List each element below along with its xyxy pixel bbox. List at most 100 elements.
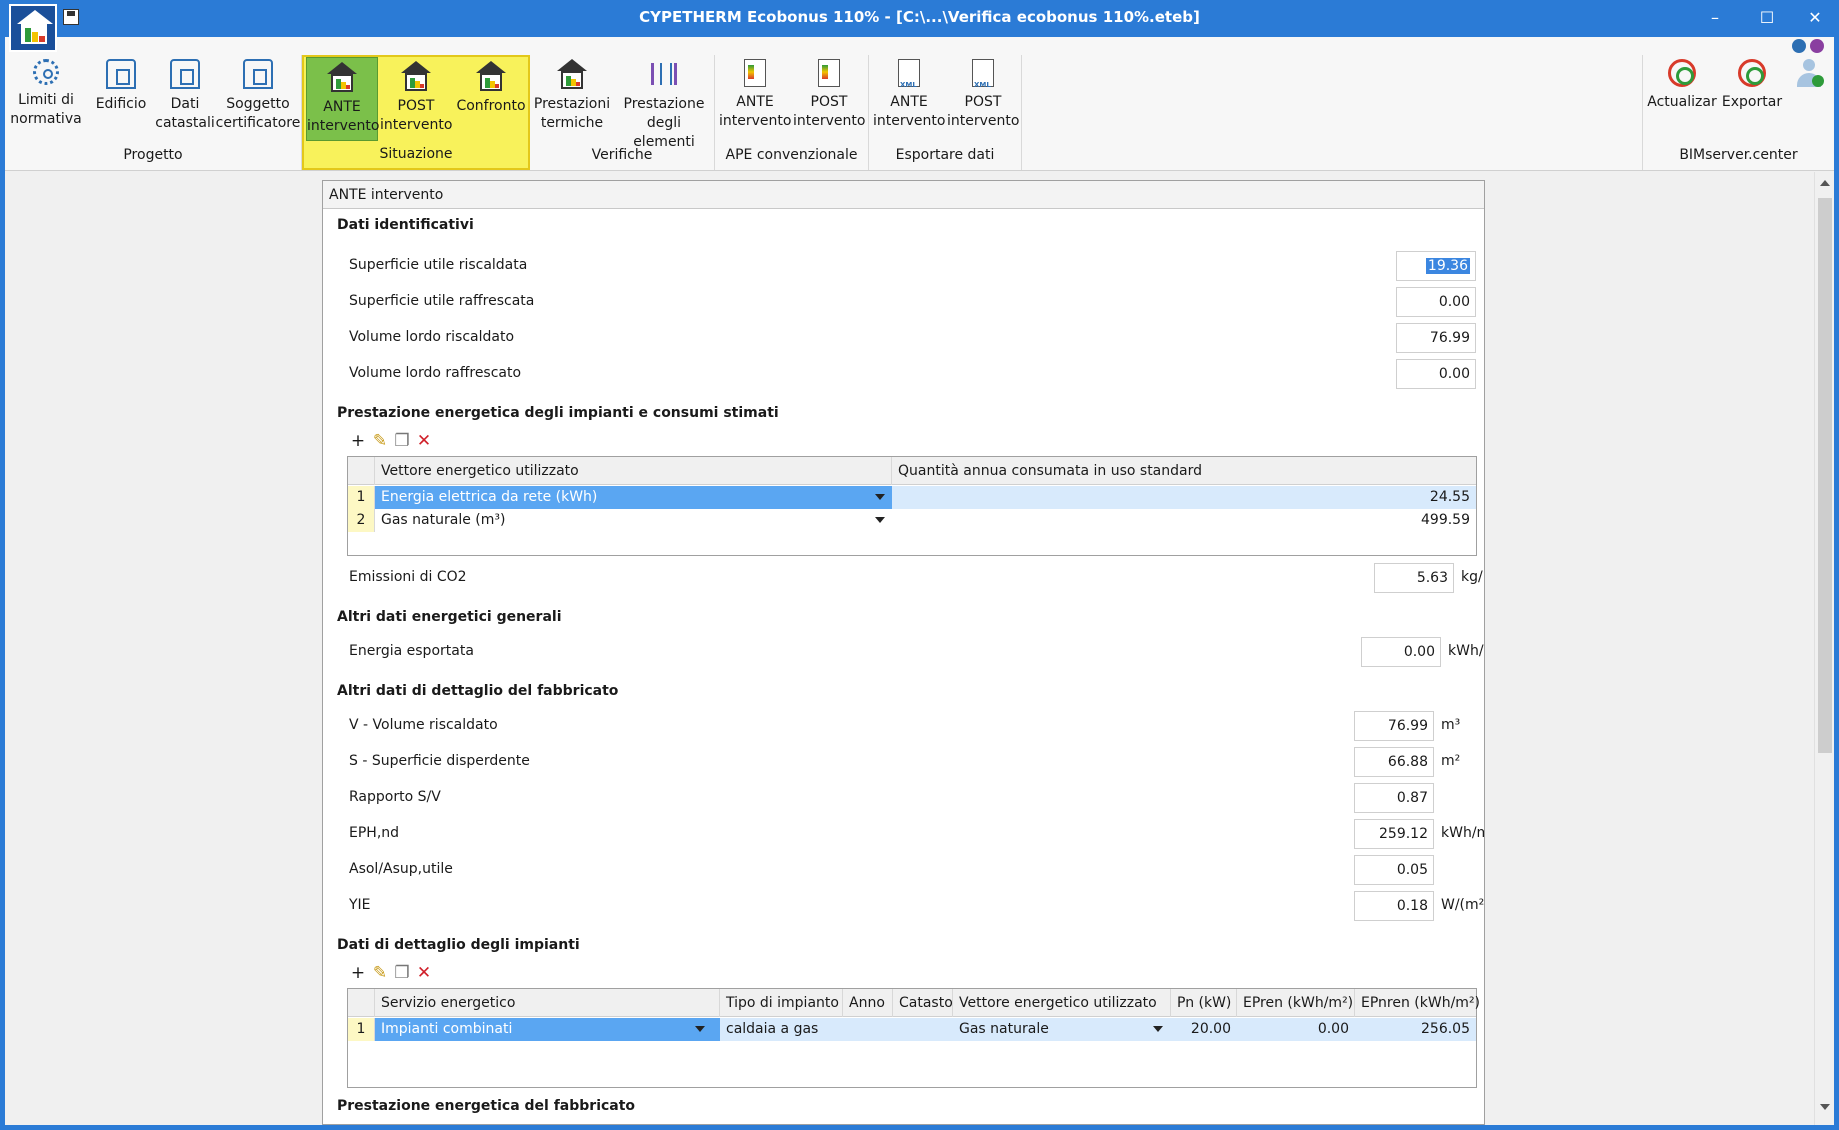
superficie-riscaldata-input[interactable]: 19.36: [1396, 251, 1476, 281]
grid-header-cell[interactable]: Vettore energetico utilizzato: [953, 989, 1171, 1017]
bim-user-button[interactable]: [1789, 55, 1829, 139]
quantita-cell[interactable]: 24.55: [892, 486, 1476, 509]
ribbon-group-verifiche: Prestazioni termiche Prestazione degli e…: [530, 55, 715, 170]
vettore-select[interactable]: Gas naturale: [953, 1018, 1171, 1041]
ribbon-group-situazione: ANTE intervento POST intervento Confront…: [302, 55, 530, 170]
main-area: ANTE intervento Dati identificativi Supe…: [5, 172, 1834, 1125]
rapporto-sv-input[interactable]: 0.87: [1354, 783, 1434, 813]
energy-certificate-icon: [818, 59, 840, 87]
superficie-raffrescata-input[interactable]: 0.00: [1396, 287, 1476, 317]
scroll-up-icon[interactable]: [1820, 180, 1830, 186]
grid-header-cell[interactable]: Tipo di impianto: [720, 989, 843, 1017]
delete-icon[interactable]: ✕: [415, 964, 433, 982]
help-book-icon[interactable]: [1810, 39, 1824, 53]
maximize-button[interactable]: ☐: [1755, 6, 1779, 30]
actualizar-button[interactable]: Actualizar: [1647, 55, 1717, 139]
grid-header-cell[interactable]: Pn (kW): [1171, 989, 1237, 1017]
field-unit: m²: [1483, 293, 1484, 309]
section-prestazione-fabbricato: Prestazione energetica del fabbricato: [337, 1098, 636, 1114]
confronto-button[interactable]: Confronto: [454, 57, 528, 141]
group-label-progetto: Progetto: [123, 147, 183, 163]
catasto-cell[interactable]: [893, 1018, 953, 1041]
field-label: Rapporto S/V: [349, 789, 441, 805]
help-globe-icon[interactable]: [1792, 39, 1806, 53]
field-unit: kWh/m²: [1441, 825, 1484, 841]
eph-nd-input[interactable]: 259.12: [1354, 819, 1434, 849]
section-altri-fabbricato: Altri dati di dettaglio del fabbricato: [337, 683, 619, 699]
field-label: YIE: [349, 897, 371, 913]
grid-header-cell[interactable]: Catasto: [893, 989, 953, 1017]
btn-label: Edificio: [95, 96, 147, 112]
servizio-select[interactable]: Impianti combinati: [375, 1018, 720, 1041]
yie-input[interactable]: 0.18: [1354, 891, 1434, 921]
export-ante-button[interactable]: XML ANTE intervento: [873, 55, 945, 139]
table-row[interactable]: 1 Impianti combinati caldaia a gas Gas n…: [348, 1018, 1476, 1041]
cell-value: Gas naturale (m³): [381, 512, 506, 528]
grid-header-cell[interactable]: Anno: [843, 989, 893, 1017]
edit-icon[interactable]: ✎: [371, 964, 389, 982]
grid-header-cell[interactable]: Servizio energetico: [375, 989, 720, 1017]
chevron-down-icon[interactable]: [875, 494, 885, 500]
close-button[interactable]: ✕: [1803, 6, 1827, 30]
user-icon: [1794, 59, 1824, 89]
btn-label: POST: [964, 94, 1002, 110]
table-row[interactable]: 1 Energia elettrica da rete (kWh) 24.55: [348, 486, 1476, 509]
scroll-down-icon[interactable]: [1820, 1104, 1830, 1110]
limiti-normativa-button[interactable]: Limiti di normativa: [10, 55, 82, 139]
dati-catastali-button[interactable]: Dati catastali: [155, 55, 215, 139]
grid-corner: [348, 989, 375, 1017]
vettore-select[interactable]: Gas naturale (m³): [375, 509, 892, 532]
copy-icon[interactable]: ❐: [393, 432, 411, 450]
grid-header-cell[interactable]: Vettore energetico utilizzato: [375, 457, 892, 485]
copy-icon[interactable]: ❐: [393, 964, 411, 982]
prestazioni-termiche-button[interactable]: Prestazioni termiche: [532, 55, 612, 139]
app-window: CYPETHERM Ecobonus 110% - [C:\...\Verifi…: [0, 0, 1839, 1130]
volume-raffrescato-input[interactable]: 0.00: [1396, 359, 1476, 389]
building-icon: [106, 59, 136, 89]
edit-icon[interactable]: ✎: [371, 432, 389, 450]
row-emissioni-co2: Emissioni di CO2 5.63 kg/m²: [349, 563, 1484, 593]
ape-post-button[interactable]: POST intervento: [793, 55, 865, 139]
emissioni-co2-input[interactable]: 5.63: [1374, 563, 1454, 593]
superficie-s-input[interactable]: 66.88: [1354, 747, 1434, 777]
epnren-cell[interactable]: 256.05: [1355, 1018, 1476, 1041]
pn-cell[interactable]: 20.00: [1171, 1018, 1237, 1041]
chevron-down-icon[interactable]: [875, 517, 885, 523]
scroll-thumb[interactable]: [1818, 198, 1832, 753]
app-logo-icon[interactable]: [9, 4, 57, 52]
ape-ante-button[interactable]: ANTE intervento: [719, 55, 791, 139]
volume-v-input[interactable]: 76.99: [1354, 711, 1434, 741]
row-volume-raffrescato: Volume lordo raffrescato 0.00 m³: [349, 359, 1484, 389]
vettore-select[interactable]: Energia elettrica da rete (kWh): [375, 486, 892, 509]
situazione-post-button[interactable]: POST intervento: [380, 57, 452, 141]
epren-cell[interactable]: 0.00: [1237, 1018, 1355, 1041]
edificio-button[interactable]: Edificio: [91, 55, 151, 139]
btn-label: ANTE: [323, 99, 361, 115]
help-icons[interactable]: [1788, 39, 1828, 55]
field-label: Superficie utile raffrescata: [349, 293, 535, 309]
tipo-cell[interactable]: caldaia a gas: [720, 1018, 843, 1041]
vertical-scrollbar[interactable]: [1814, 172, 1834, 1125]
anno-cell[interactable]: [843, 1018, 893, 1041]
export-post-button[interactable]: XML POST intervento: [947, 55, 1019, 139]
grid-header-cell[interactable]: Quantità annua consumata in uso standard: [892, 457, 1476, 485]
prestazione-elementi-button[interactable]: Prestazione degli elementi: [614, 55, 714, 150]
ante-panel: ANTE intervento Dati identificativi Supe…: [322, 180, 1485, 1125]
delete-icon[interactable]: ✕: [415, 432, 433, 450]
table-row[interactable]: 2 Gas naturale (m³) 499.59: [348, 509, 1476, 532]
chevron-down-icon[interactable]: [695, 1026, 705, 1032]
exportar-button[interactable]: Exportar: [1719, 55, 1785, 139]
situazione-ante-button[interactable]: ANTE intervento: [306, 57, 379, 141]
row-eph-nd: EPH,nd 259.12 kWh/m²: [349, 819, 1484, 849]
grid-header-cell[interactable]: EPnren (kWh/m²): [1355, 989, 1480, 1017]
energia-esportata-input[interactable]: 0.00: [1361, 637, 1441, 667]
grid-header-cell[interactable]: EPren (kWh/m²): [1237, 989, 1355, 1017]
add-icon[interactable]: +: [349, 432, 367, 450]
quantita-cell[interactable]: 499.59: [892, 509, 1476, 532]
volume-riscaldato-input[interactable]: 76.99: [1396, 323, 1476, 353]
minimize-button[interactable]: –: [1703, 6, 1727, 30]
chevron-down-icon[interactable]: [1153, 1026, 1163, 1032]
asol-input[interactable]: 0.05: [1354, 855, 1434, 885]
soggetto-certificatore-button[interactable]: Soggetto certificatore: [215, 55, 301, 139]
add-icon[interactable]: +: [349, 964, 367, 982]
